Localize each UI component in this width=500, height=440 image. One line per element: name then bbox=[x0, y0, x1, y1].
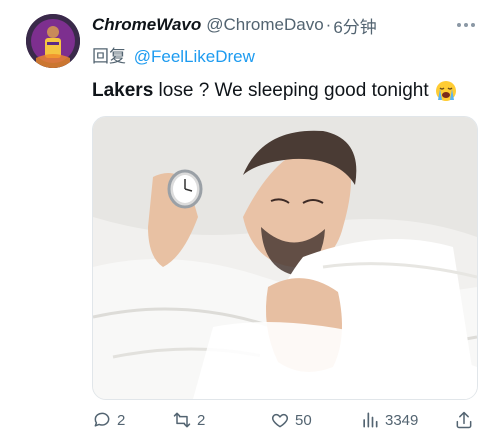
views-button[interactable]: 3349 bbox=[360, 408, 418, 432]
user-handle[interactable]: @ChromeDavo bbox=[206, 15, 323, 35]
tweet-media-image[interactable] bbox=[92, 116, 478, 400]
retweet-icon bbox=[173, 412, 191, 428]
reply-count: 2 bbox=[117, 411, 126, 429]
reply-icon bbox=[94, 412, 110, 427]
tweet-text: Lakers lose ? We sleeping good tonight bbox=[92, 80, 457, 102]
loudly-crying-face-icon bbox=[435, 81, 456, 101]
like-button[interactable]: 50 bbox=[270, 408, 312, 432]
more-options-icon[interactable] bbox=[452, 14, 480, 36]
retweet-button[interactable]: 2 bbox=[172, 408, 205, 432]
action-bar: 2 2 50 3349 bbox=[92, 408, 476, 432]
retweet-count: 2 bbox=[197, 411, 206, 429]
like-count: 50 bbox=[295, 411, 312, 429]
reply-context: 回复 @FeelLikeDrew bbox=[92, 42, 255, 67]
views-count: 3349 bbox=[385, 411, 419, 429]
tweet-text-body: lose ? We sleeping good tonight bbox=[153, 80, 429, 101]
reply-button[interactable]: 2 bbox=[92, 408, 125, 432]
share-button[interactable] bbox=[454, 408, 474, 432]
views-chart-icon bbox=[363, 412, 378, 428]
tweet-text-bold: Lakers bbox=[92, 80, 154, 101]
reply-to-link[interactable]: @FeelLikeDrew bbox=[134, 47, 255, 66]
separator-dot: · bbox=[325, 15, 332, 34]
timestamp[interactable]: 6分钟 bbox=[333, 13, 376, 38]
tweet-header: ChromeWavo @ChromeDavo · 6分钟 bbox=[92, 13, 480, 38]
author-avatar[interactable] bbox=[26, 14, 80, 68]
heart-icon bbox=[271, 413, 289, 428]
share-icon bbox=[456, 411, 472, 429]
display-name[interactable]: ChromeWavo bbox=[92, 15, 201, 35]
reply-prefix: 回复 bbox=[92, 47, 126, 66]
